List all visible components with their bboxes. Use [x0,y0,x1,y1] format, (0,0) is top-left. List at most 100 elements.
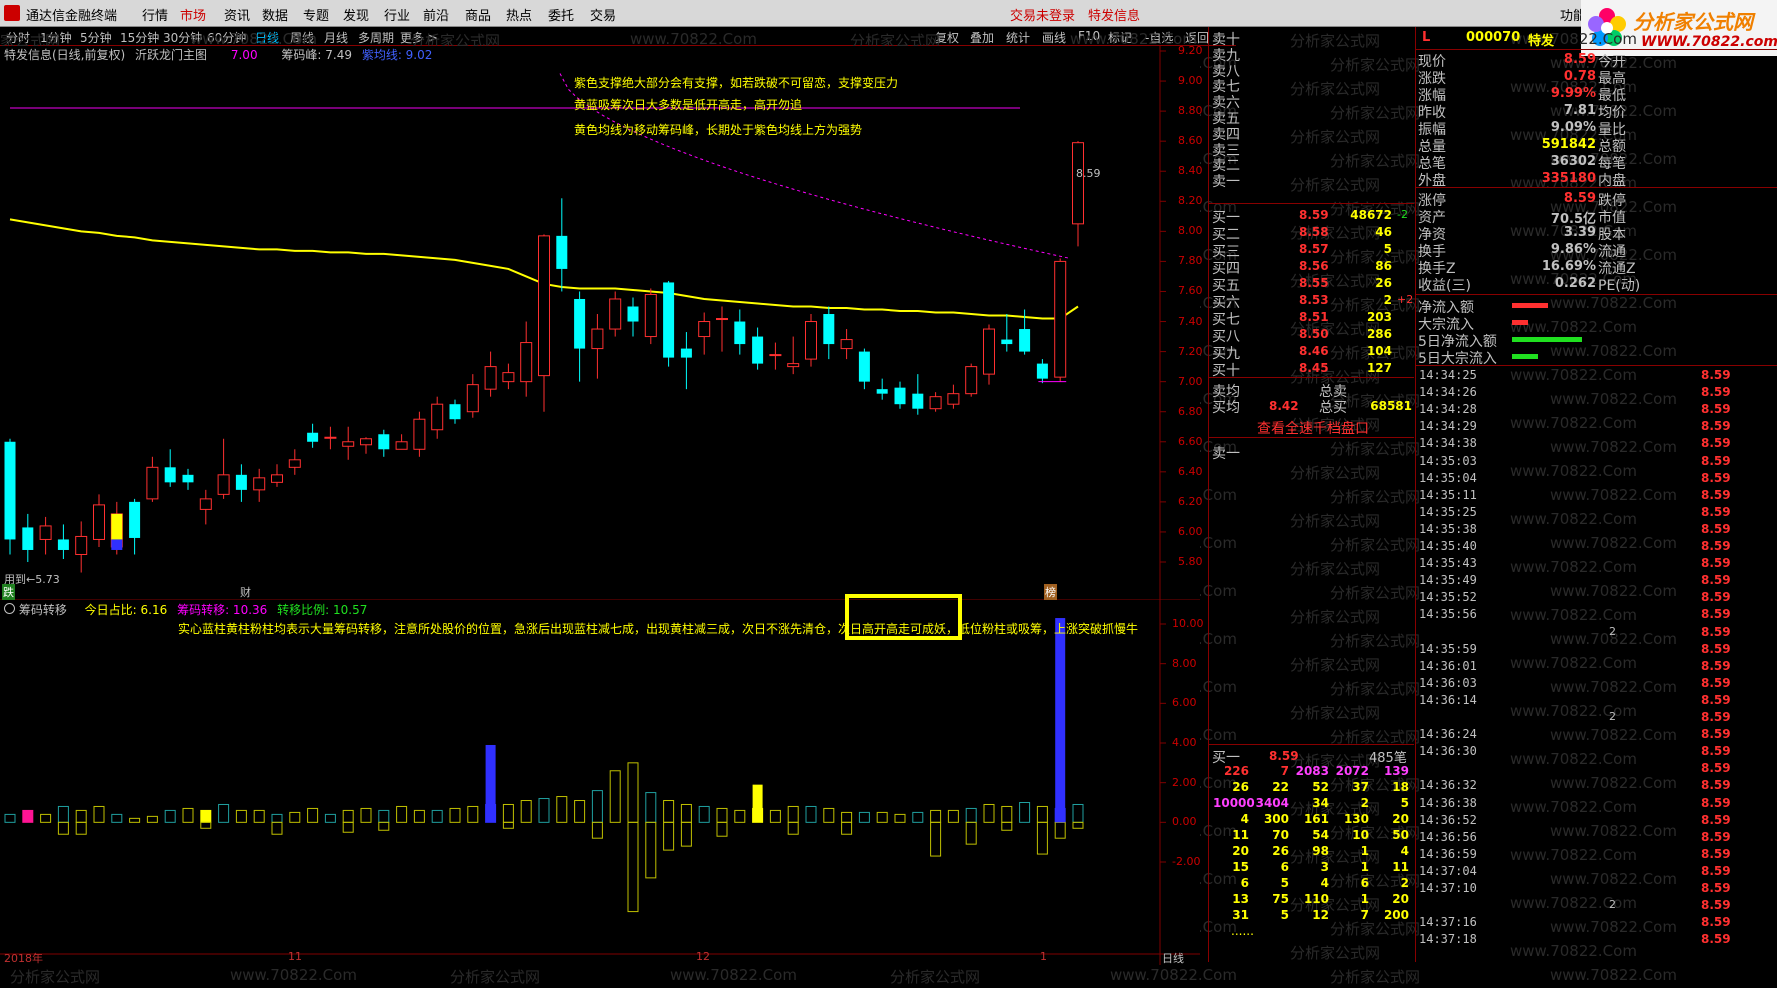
time-axis-period: 日线 [1162,952,1184,965]
candle-body-up [983,328,995,375]
candle-body-down [4,441,16,540]
period-tab[interactable]: 周线 [290,29,314,46]
toolbar-button[interactable]: 统计 [1006,29,1030,46]
queue-cell: 5 [1280,908,1289,922]
formula-name[interactable]: 沂跃龙门主图 [135,48,207,62]
chip-bar [200,809,212,823]
period-tab[interactable]: 60分钟 [207,29,246,46]
tick-time: 14:37:10 [1419,881,1477,895]
menu-item[interactable]: 商品 [465,5,491,24]
watermark-text: 分析家公式网 [450,968,541,986]
buy-level-row[interactable]: 买一 8.59 48672 -2 [1209,207,1414,226]
quote-panel: L 000070 特发 现价 8.59 今开 涨跌 0.78 最高 涨幅 9.99% 最低 昨收 7.81… [1415,27,1777,962]
finance-mark[interactable]: 财 [240,584,251,600]
menu-item[interactable]: 前沿 [423,5,449,24]
sub-chart-note: 实心蓝柱黄柱粉柱均表示大量筹码转移，注意所处股价的位置，急涨后出现蓝柱减七成，出… [178,622,1139,636]
quote-value: 7.81 [1563,103,1596,118]
tick-price: 8.59 [1701,778,1731,793]
axis-tick-label: 5.80 [1178,555,1203,568]
toolbar-button[interactable]: 画线 [1042,29,1066,46]
menu-item[interactable]: 发现 [343,5,369,24]
buy-level-row[interactable]: 买七 8.51 203 [1209,309,1414,328]
tick-time: 14:36:32 [1419,778,1477,793]
buy-level-row[interactable]: 买九 8.46 104 [1209,343,1414,362]
candle-body-down [164,467,176,483]
queue-cell: 300 [1263,812,1289,826]
toolbar-button[interactable]: 复权 [935,29,959,46]
buy-level-row[interactable]: 买三 8.57 5 [1209,241,1414,260]
period-tab[interactable]: 月线 [324,29,348,46]
tick-volume: 2 [1609,624,1616,638]
buy-level-row[interactable]: 买二 8.58 46 [1209,224,1414,243]
tick-row: 14:35:59 8.59 [1416,642,1777,658]
chip-bar-yellow-tall [752,784,763,823]
tick-time: 14:34:26 [1419,385,1477,400]
toolbar-button[interactable]: -自选 [1145,29,1173,46]
tick-price: 8.59 [1701,453,1731,468]
candle-body-up [360,438,372,446]
buy-level-row[interactable]: 买十 8.45 127 [1209,360,1414,379]
buy-level-row[interactable]: 买五 8.55 26 [1209,275,1414,294]
flow-bar [1512,320,1528,325]
quote-label-right: PE(动) [1598,278,1641,294]
toolbar-button[interactable]: 叠加 [970,29,994,46]
buy-level-volume: 48672 [1350,208,1392,222]
candle-body-up [644,293,657,338]
divider [1209,744,1414,745]
chip-transfer-chart[interactable] [0,600,1200,965]
ranking-mark[interactable]: 榜 [1044,584,1057,600]
buy-level-row[interactable]: 买八 8.50 286 [1209,326,1414,345]
menu-item[interactable]: 专题 [303,5,329,24]
queue-cell: 3 [1320,860,1329,874]
period-tab[interactable]: 分时 [6,29,30,46]
period-tab[interactable]: 5分钟 [80,29,112,46]
quote-value: 36302 [1550,154,1596,169]
menu-item[interactable]: 交易 [590,5,616,24]
period-tab[interactable]: 日线 [255,29,279,46]
toolbar-button[interactable]: 标记 [1108,29,1132,46]
menu-item[interactable]: 资讯 [224,5,250,24]
divider [1209,203,1414,204]
menu-item[interactable]: 行情 [142,5,168,24]
menu-item[interactable]: 委托 [548,5,574,24]
flow-bar [1512,354,1538,359]
toolbar-button[interactable]: F10 [1078,29,1100,43]
queue-cell: 37 [1352,780,1369,794]
period-tab[interactable]: 1分钟 [40,29,72,46]
sub-chart-info: 筹码转移 今日占比: 6.16 筹码转移: 10.36 转移比例: 10.57 [4,601,367,618]
orderbook-panel: 卖十 卖九 卖八 卖七 卖六 卖五 卖四 卖三 卖二 卖一 买一 8.59 48672 -2 买二 8.58 4… [1208,27,1415,962]
menu-item[interactable]: 热点 [506,5,532,24]
time-axis-label: 11 [288,950,302,963]
today-ratio: 今日占比: 6.16 [84,603,168,617]
tick-price: 8.59 [1701,829,1731,844]
queue-cell: 110 [1303,892,1329,906]
menu-item[interactable]: 行业 [384,5,410,24]
quote-value: 16.69% [1541,259,1596,274]
quote-value: 591842 [1541,137,1596,152]
menu-item[interactable]: 市场 [180,5,206,24]
queue-cell: 3404 [1255,796,1289,810]
flow-bar [1512,303,1548,308]
candle-body-up [39,525,52,540]
tick-price: 8.59 [1701,898,1731,913]
tick-price: 8.59 [1701,590,1731,605]
time-axis-label: 1 [1040,950,1047,963]
stock-period-label: 特发信息(日线,前复权) [4,48,126,62]
period-tab[interactable]: 15分钟 [120,29,159,46]
period-tab[interactable]: 更多 > [400,29,438,46]
sub-title[interactable]: 筹码转移 [19,603,67,617]
axis-tick-label: 8.60 [1178,134,1203,148]
full-depth-link[interactable]: 查看全速千档盘口 [1257,418,1369,438]
axis-tick-label: 6.00 [1178,524,1203,538]
candle-body-up [93,504,105,540]
period-tab[interactable]: 多周期 [358,29,394,46]
trade-login-status[interactable]: 交易未登录 [1010,5,1075,24]
note-buy-next-day: 黄蓝吸筹次日大多数是低开高走，高开勿追 [574,98,803,112]
buy-level-row[interactable]: 买四 8.56 86 [1209,258,1414,277]
buy-level-row[interactable]: 买六 8.53 2 +2 [1209,292,1414,311]
period-tab[interactable]: 30分钟 [163,29,202,46]
queue-cell: 20 [1392,892,1409,906]
collapse-icon[interactable] [4,603,15,614]
axis-tick-label: 7.80 [1178,254,1203,268]
menu-item[interactable]: 数据 [262,5,288,24]
